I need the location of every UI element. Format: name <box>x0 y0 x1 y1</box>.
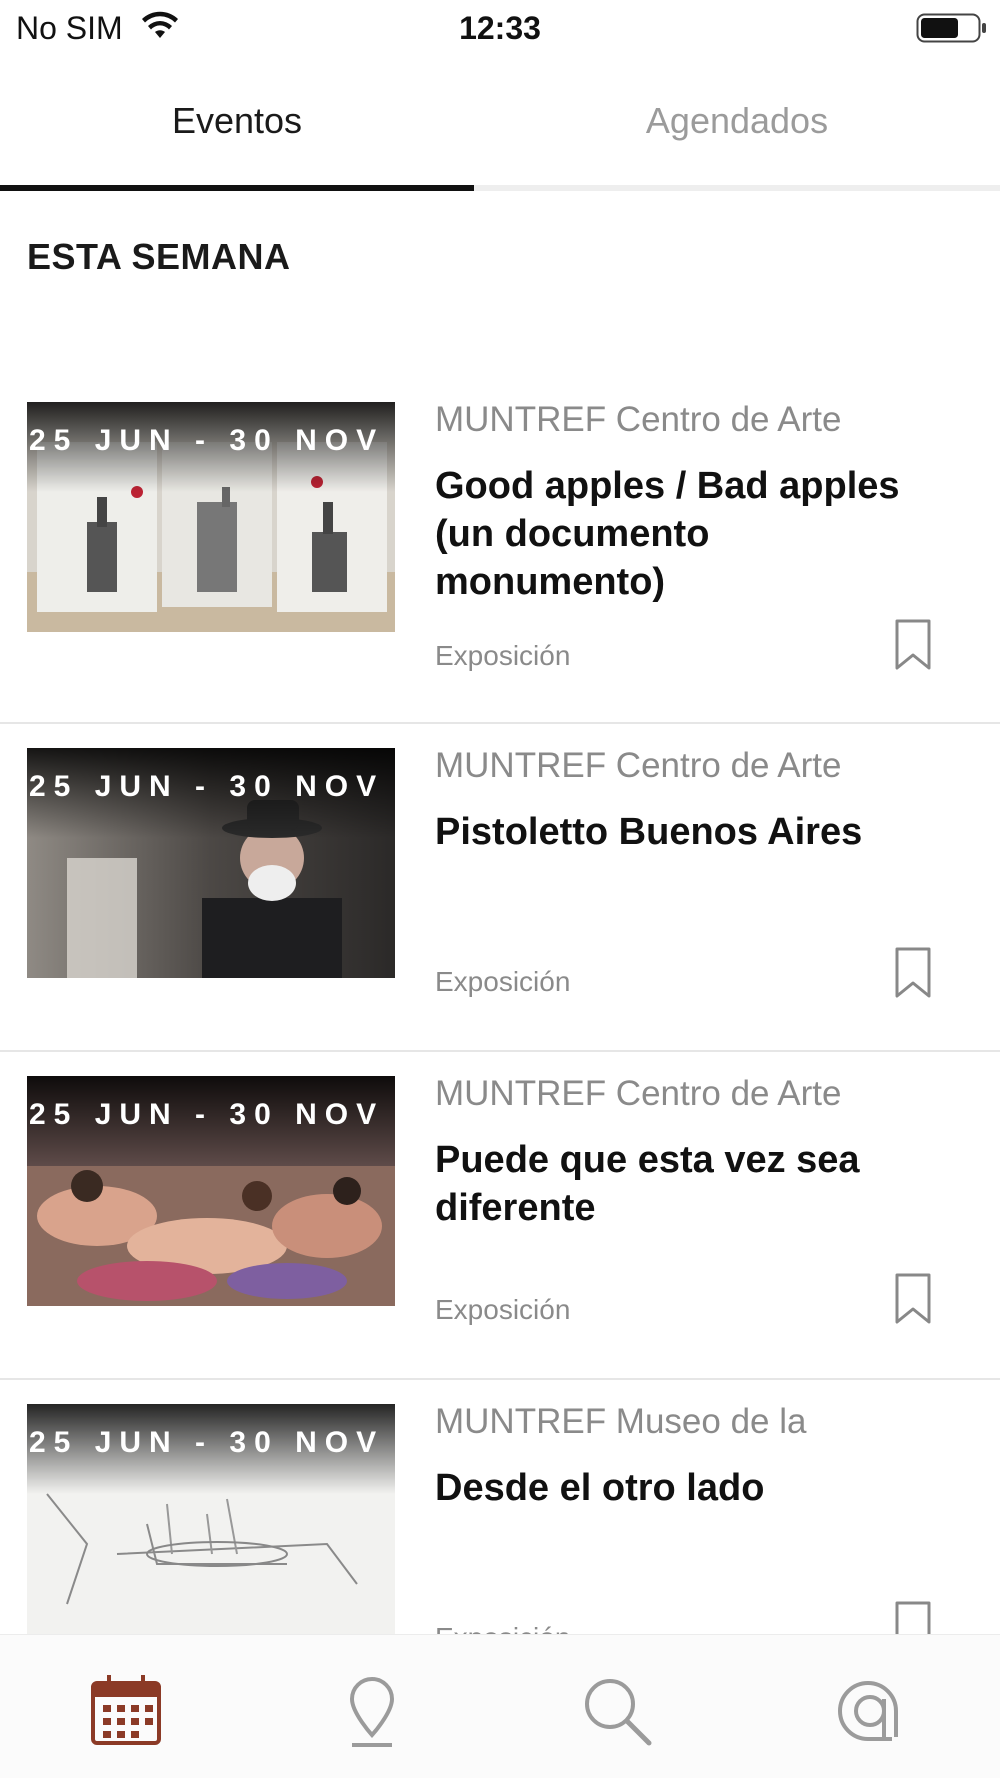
bookmark-icon[interactable] <box>890 618 936 672</box>
tab-active-indicator <box>0 185 474 191</box>
event-category: Exposición <box>435 640 571 671</box>
map-pin-icon[interactable] <box>332 1671 412 1751</box>
event-date: 25 JUN - 30 NOV <box>29 1098 385 1131</box>
event-thumbnail[interactable]: 25 JUN - 30 NOV <box>27 402 395 632</box>
status-bar: No SIM 12:33 <box>0 0 1000 56</box>
bookmark-icon[interactable] <box>890 946 936 1000</box>
event-title[interactable]: Good apples / Bad apples (un documento m… <box>435 462 925 606</box>
event-thumbnail[interactable]: 25 JUN - 30 NOV <box>27 1404 395 1634</box>
event-thumbnail[interactable]: 25 JUN - 30 NOV <box>27 748 395 978</box>
tab-agendados[interactable]: Agendados <box>474 72 1000 192</box>
section-title: ESTA SEMANA <box>27 236 291 277</box>
event-date: 25 JUN - 30 NOV <box>29 424 385 457</box>
event-item[interactable]: 25 JUN - 30 NOV MUNTREF Centro de Arte P… <box>0 1052 1000 1380</box>
event-date: 25 JUN - 30 NOV <box>29 1426 385 1459</box>
event-category: Exposición <box>435 1294 571 1325</box>
search-icon[interactable] <box>577 1671 657 1751</box>
event-item[interactable]: 25 JUN - 30 NOV MUNTREF Centro de Arte G… <box>0 378 1000 724</box>
event-title[interactable]: Desde el otro lado <box>435 1464 925 1512</box>
event-venue: MUNTREF Museo de la <box>435 1402 807 1441</box>
event-title[interactable]: Pistoletto Buenos Aires <box>435 808 925 856</box>
event-category: Exposición <box>435 1622 570 1634</box>
status-time: 12:33 <box>459 10 541 46</box>
event-venue: MUNTREF Centro de Arte <box>435 1074 842 1113</box>
tab-eventos[interactable]: Eventos <box>0 72 474 192</box>
event-thumbnail[interactable]: 25 JUN - 30 NOV <box>27 1076 395 1306</box>
tab-track <box>474 185 1000 191</box>
tab-bar: Eventos Agendados <box>0 72 1000 192</box>
bookmark-icon[interactable] <box>890 1600 936 1634</box>
battery-icon <box>916 13 986 43</box>
event-item[interactable]: 25 JUN - 30 NOV MUNTREF Centro de Arte P… <box>0 724 1000 1052</box>
event-date: 25 JUN - 30 NOV <box>29 770 385 803</box>
bookmark-icon[interactable] <box>890 1272 936 1326</box>
at-sign-icon[interactable] <box>832 1671 912 1751</box>
event-list[interactable]: 25 JUN - 30 NOV MUNTREF Centro de Arte G… <box>0 378 1000 1634</box>
event-category: Exposición <box>435 966 571 997</box>
event-venue: MUNTREF Centro de Arte <box>435 746 842 785</box>
bottom-nav-bar <box>0 1634 1000 1778</box>
event-venue: MUNTREF Centro de Arte <box>435 400 842 439</box>
event-title[interactable]: Puede que esta vez sea diferente <box>435 1136 925 1232</box>
event-item[interactable]: 25 JUN - 30 NOV MUNTREF Museo de la Desd… <box>0 1380 1000 1634</box>
calendar-icon[interactable] <box>87 1671 167 1751</box>
